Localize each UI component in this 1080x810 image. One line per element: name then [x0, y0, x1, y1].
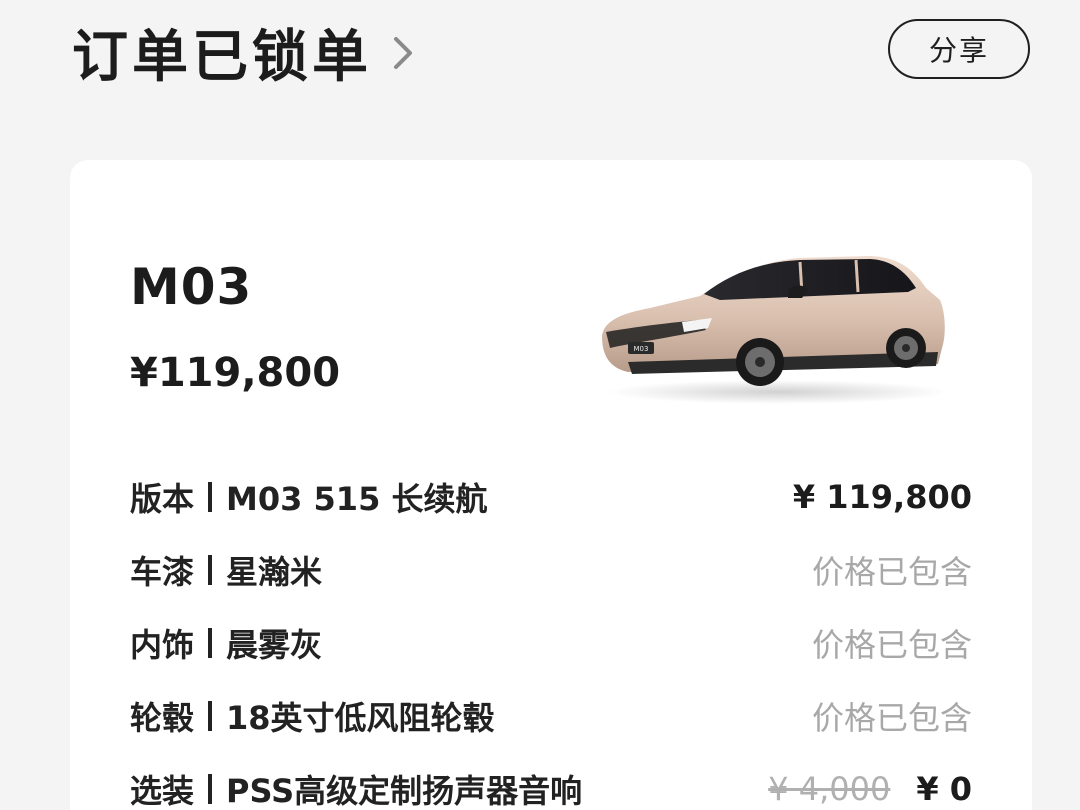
share-button[interactable]: 分享: [888, 19, 1030, 79]
spec-row-wheels: 轮毂 18英寸低风阻轮毂 价格已包含: [130, 679, 972, 752]
spec-row-paint: 车漆 星瀚米 价格已包含: [130, 533, 972, 606]
divider: [208, 773, 213, 804]
order-card: M03 ¥119,800 M03 版本 M03 515 长续航 ¥ 119,80…: [70, 160, 1032, 810]
car-image: M03: [602, 256, 948, 404]
spec-price: 价格已包含: [811, 552, 972, 591]
spec-value: PSS高级定制扬声器音响: [226, 771, 583, 810]
spec-value: 星瀚米: [226, 552, 323, 591]
header: 订单已锁单 分享: [0, 0, 1080, 110]
spec-value: 晨雾灰: [226, 625, 323, 664]
spec-label: 车漆: [130, 552, 195, 591]
spec-label: 轮毂: [130, 698, 195, 737]
model-price: ¥119,800: [130, 350, 341, 396]
divider: [208, 481, 213, 512]
model-name: M03: [130, 258, 253, 316]
divider: [208, 554, 213, 585]
page-title: 订单已锁单: [72, 25, 372, 90]
spec-price: ¥ 119,800: [792, 477, 972, 516]
original-price: ¥ 4,000: [768, 769, 891, 808]
spec-row-version: 版本 M03 515 长续航 ¥ 119,800: [130, 460, 972, 533]
spec-row-interior: 内饰 晨雾灰 价格已包含: [130, 606, 972, 679]
spec-label: 版本: [130, 479, 195, 518]
spec-value: M03 515 长续航: [226, 479, 488, 518]
chevron-right-icon: [394, 36, 412, 69]
spec-label: 内饰: [130, 625, 195, 664]
spec-price: ¥ 0: [916, 769, 972, 808]
spec-price: 价格已包含: [811, 698, 972, 737]
spec-list: 版本 M03 515 长续航 ¥ 119,800 车漆 星瀚米 价格已包含 内饰: [130, 460, 972, 810]
divider: [208, 700, 213, 731]
order-status-link[interactable]: 订单已锁单: [72, 12, 418, 93]
divider: [208, 627, 213, 658]
spec-label: 选装: [130, 771, 195, 810]
car-badge: M03: [634, 345, 649, 353]
spec-value: 18英寸低风阻轮毂: [226, 698, 495, 737]
spec-row-options: 选装 PSS高级定制扬声器音响 ¥ 4,000 ¥ 0: [130, 752, 972, 810]
spec-price: 价格已包含: [811, 625, 972, 664]
